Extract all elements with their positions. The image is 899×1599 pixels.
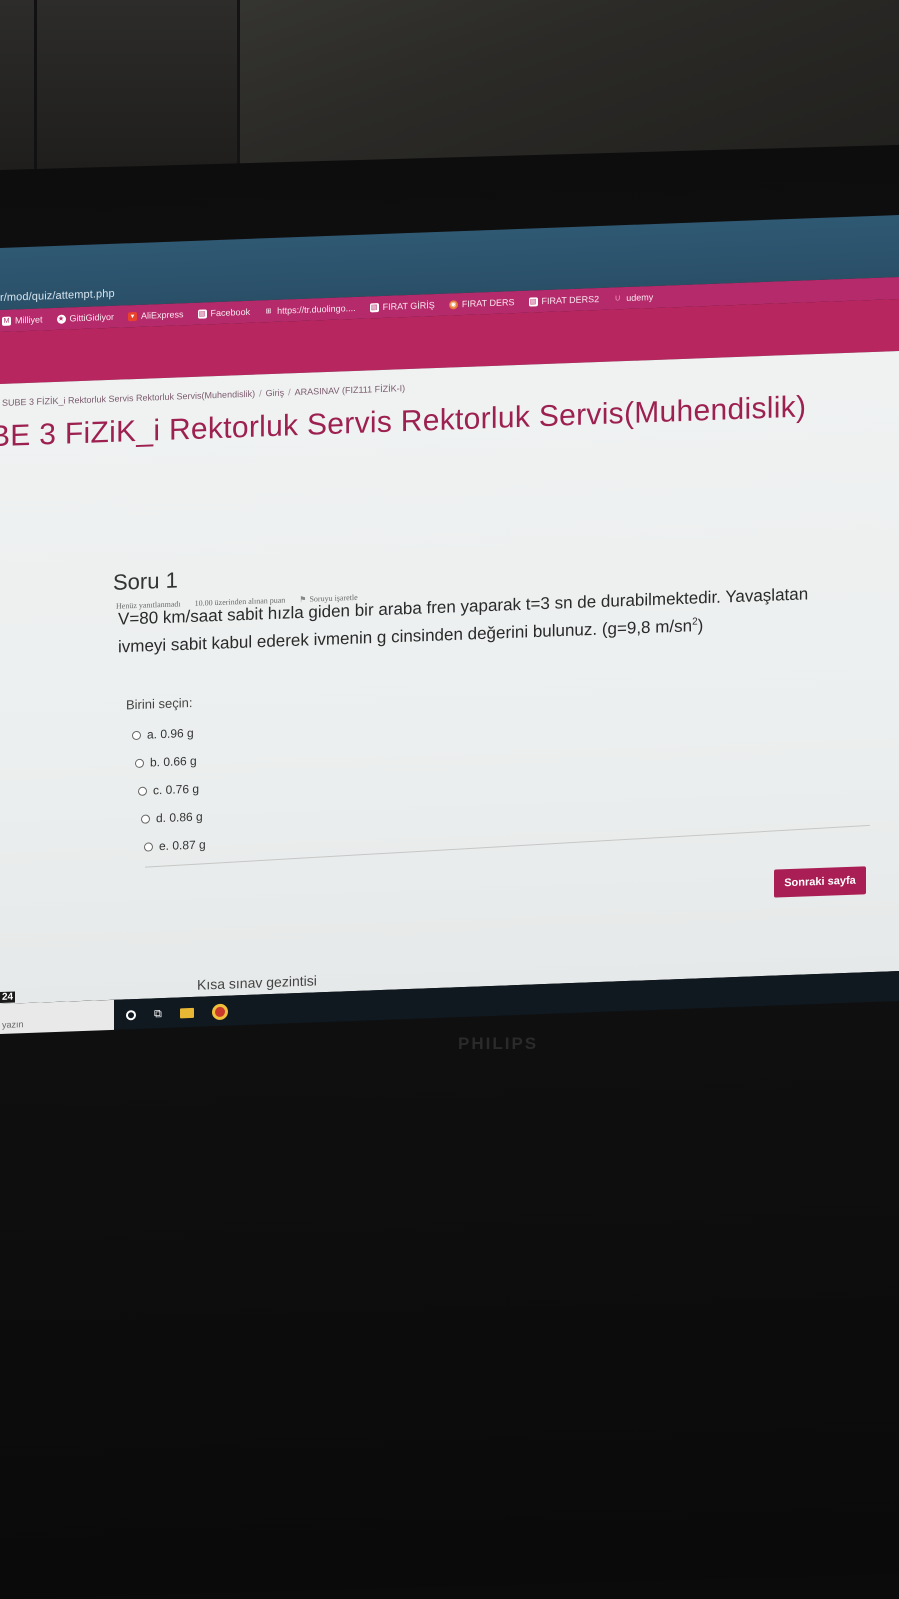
globe-icon: ◉ — [448, 299, 458, 310]
apps-grid-icon: ⊞ — [265, 307, 272, 315]
page-icon: ▤ — [369, 302, 379, 312]
answer-option-d[interactable]: d. 0.86 g — [141, 802, 206, 832]
answer-option-c[interactable]: c. 0.76 g — [138, 774, 206, 804]
radio-button[interactable] — [144, 841, 153, 852]
answer-option-b[interactable]: b. 0.66 g — [135, 746, 206, 777]
breadcrumb-course[interactable]: SUBE 3 FİZİK_i Rektorluk Servis Rektorlu… — [2, 389, 255, 408]
radio-button[interactable] — [135, 758, 144, 768]
taskbar-icons: ⧉ — [126, 1003, 228, 1024]
address-bar[interactable]: r/mod/quiz/attempt.php — [0, 288, 115, 304]
cortana-icon[interactable] — [126, 1010, 136, 1021]
question-text: V=80 km/saat sabit hızla giden bir araba… — [118, 580, 878, 660]
gittigidiyor-icon: ★ — [56, 314, 66, 324]
aliexpress-icon: ▾ — [128, 311, 138, 321]
radio-button[interactable] — [132, 730, 141, 740]
breadcrumb-separator: / — [259, 388, 262, 399]
breadcrumb-entry[interactable]: Giriş — [266, 388, 285, 399]
answer-option-a[interactable]: a. 0.96 g — [132, 718, 206, 749]
clock-fragment: 24 — [0, 991, 16, 1003]
file-explorer-icon[interactable] — [179, 1007, 194, 1019]
bookmark-udemy[interactable]: U udemy — [613, 292, 653, 303]
monitor-brand-logo: PHILIPS — [458, 1034, 539, 1053]
task-view-icon[interactable]: ⧉ — [154, 1008, 162, 1021]
milliyet-icon: M — [2, 316, 11, 326]
next-page-button[interactable]: Sonraki sayfa — [774, 866, 866, 898]
answer-option-e[interactable]: e. 0.87 g — [144, 830, 206, 860]
breadcrumb-quiz[interactable]: ARASINAV (FIZ111 FİZİK-I) — [295, 383, 406, 397]
page-icon: ▤ — [528, 296, 538, 307]
breadcrumb: SUBE 3 FİZİK_i Rektorluk Servis Rektorlu… — [2, 383, 405, 408]
udemy-icon: U — [615, 294, 621, 302]
quiz-page: SUBE 3 FİZİK_i Rektorluk Servis Rektorlu… — [0, 351, 899, 1004]
taskbar-search-input[interactable]: yazın — [0, 999, 114, 1034]
bookmark-aliexpress[interactable]: ▾ AliExpress — [128, 309, 184, 321]
bookmark-firat-ders[interactable]: ◉ FIRAT DERS — [448, 297, 515, 310]
bookmark-facebook[interactable]: ▤ Facebook — [197, 307, 250, 319]
bookmark-duolingo[interactable]: ⊞ https://tr.duolingo.... — [264, 303, 356, 316]
divider — [144, 824, 870, 868]
page-icon: ▤ — [197, 308, 207, 319]
quiz-navigation-link[interactable]: Kısa sınav gezintisi — [197, 972, 317, 992]
answer-prompt: Birini seçin: — [126, 694, 193, 713]
bookmark-gittigidiyor[interactable]: ★ GittiGidiyor — [56, 312, 114, 324]
bookmark-firat-ders2[interactable]: ▤ FIRAT DERS2 — [528, 294, 599, 307]
radio-button[interactable] — [141, 813, 150, 824]
monitor-screen: r/mod/quiz/attempt.php M Milliyet ★ Gitt… — [0, 215, 899, 1048]
radio-button[interactable] — [138, 786, 147, 796]
bookmark-firat-giris[interactable]: ▤ FIRAT GİRİŞ — [369, 300, 435, 312]
answer-list: a. 0.96 g b. 0.66 g c. 0.76 g d. 0.86 g … — [132, 718, 206, 861]
breadcrumb-separator: / — [288, 387, 291, 398]
chrome-icon[interactable] — [211, 1003, 228, 1021]
question-number: Soru 1 — [113, 567, 178, 595]
bookmark-milliyet[interactable]: M Milliyet — [2, 314, 43, 325]
